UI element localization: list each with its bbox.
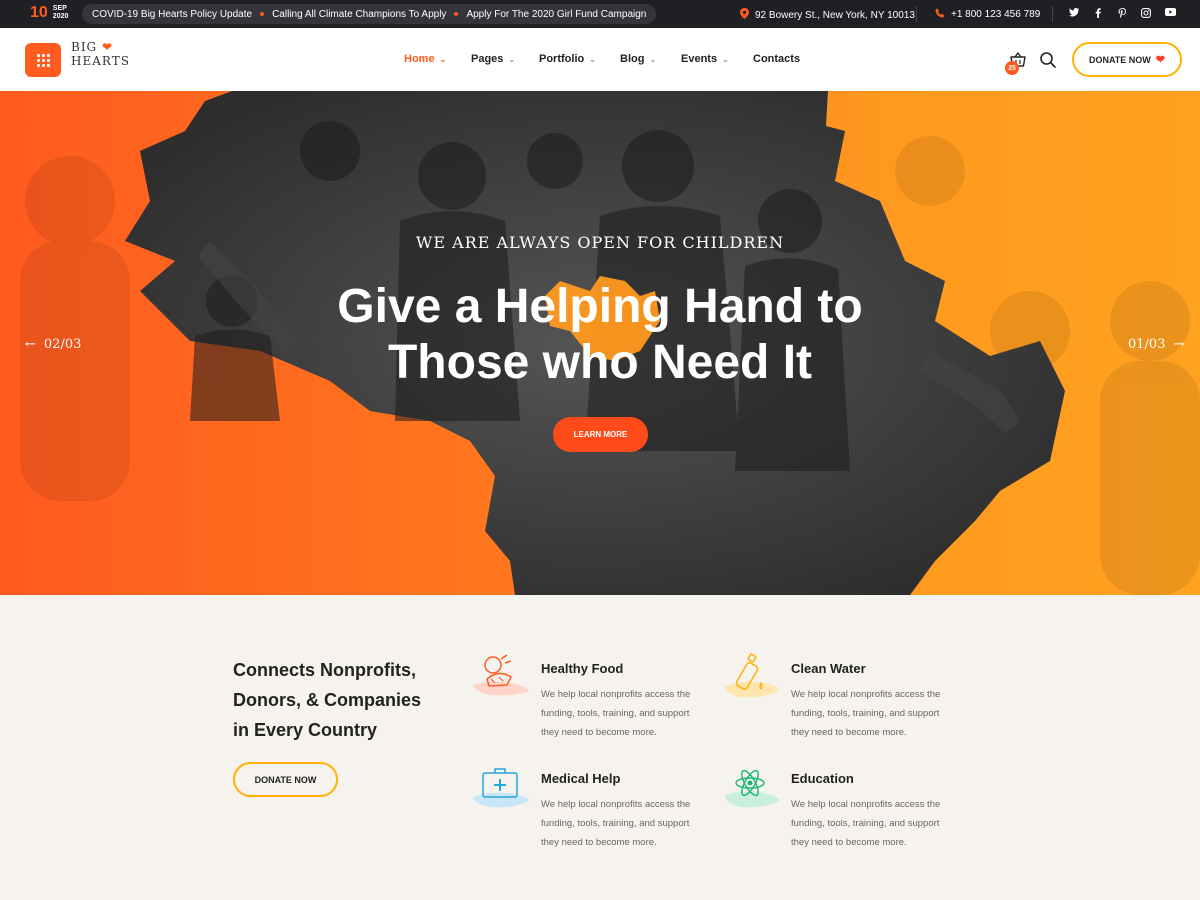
- arrow-left-icon: ←: [25, 337, 36, 352]
- menu-grid-button[interactable]: [25, 43, 61, 77]
- feature-title: Education: [791, 771, 854, 786]
- pinterest-icon[interactable]: [1110, 8, 1134, 20]
- heading-line1: Connects Nonprofits,: [233, 660, 416, 680]
- ticker-dot: [454, 12, 459, 16]
- arrow-right-icon: →: [1173, 337, 1185, 352]
- search-icon[interactable]: [1039, 51, 1057, 69]
- nav-item-pages[interactable]: Pages ⌄: [471, 53, 539, 65]
- chevron-down-icon: ⌄: [439, 54, 447, 64]
- atom-icon: [721, 763, 781, 813]
- site-logo[interactable]: BIG ❤ HEARTS: [71, 40, 130, 68]
- main-header: BIG ❤ HEARTS Home ⌄ Pages ⌄ Portfolio ⌄ Blo…: [0, 28, 1200, 91]
- prev-slide-number: 02/03: [43, 337, 82, 352]
- next-slide-number: 01/03: [1128, 337, 1166, 352]
- location-pin-icon: [740, 8, 749, 22]
- hero-slider: WE ARE ALWAYS OPEN FOR CHILDREN Give a H…: [0, 91, 1200, 595]
- food-icon: [471, 653, 531, 703]
- chevron-down-icon: ⌄: [589, 54, 596, 64]
- heading-line3: in Every Country: [233, 720, 378, 740]
- grid-icon: [36, 53, 50, 67]
- heart-icon: ❤: [101, 40, 114, 54]
- ticker-item[interactable]: Apply For The 2020 Girl Fund Campaign: [466, 9, 646, 20]
- heart-icon: ❤: [1155, 54, 1166, 66]
- facebook-icon[interactable]: [1086, 8, 1110, 20]
- ticker-dot: [260, 12, 265, 16]
- chevron-down-icon: ⌄: [649, 54, 657, 64]
- features-section: Connects Nonprofits, Donors, & Companies…: [0, 595, 1200, 900]
- section-heading: Connects Nonprofits, Donors, & Companies…: [233, 655, 443, 745]
- feature-description: We help local nonprofits access the fund…: [791, 799, 941, 848]
- address-text: 92 Bowery St., New York, NY 10013: [755, 9, 915, 21]
- date-day: 10: [30, 4, 48, 21]
- feature-title: Clean Water: [791, 661, 866, 676]
- nav-label: Home: [404, 53, 435, 65]
- nav-item-contacts[interactable]: Contacts: [753, 53, 800, 65]
- nav-item-home[interactable]: Home ⌄: [404, 53, 471, 65]
- divider: [916, 6, 917, 22]
- logo-text-line2: HEARTS: [71, 54, 130, 68]
- hero-title-line1: Give a Helping Hand to: [337, 280, 863, 333]
- nav-item-portfolio[interactable]: Portfolio ⌄: [539, 53, 620, 65]
- nav-label: Pages: [471, 53, 504, 65]
- cart-count-badge: 25: [1005, 61, 1019, 75]
- water-bottle-icon: [721, 653, 781, 703]
- feature-description: We help local nonprofits access the fund…: [791, 689, 941, 738]
- next-slide-control[interactable]: 01/03 →: [1128, 337, 1184, 352]
- nav-label: Blog: [620, 53, 645, 65]
- chevron-down-icon: ⌄: [508, 54, 516, 64]
- hero-tagline: WE ARE ALWAYS OPEN FOR CHILDREN: [415, 233, 785, 252]
- nav-item-events[interactable]: Events ⌄: [681, 53, 753, 65]
- address-info: 92 Bowery St., New York, NY 10013: [740, 8, 915, 22]
- news-ticker: COVID-19 Big Hearts Policy Update Callin…: [82, 4, 657, 24]
- nav-label: Contacts: [753, 53, 801, 65]
- donate-label: DONATE NOW: [1088, 54, 1151, 65]
- social-links: [1062, 8, 1182, 20]
- nav-label: Portfolio: [539, 53, 585, 65]
- nav-label: Events: [681, 53, 718, 65]
- donate-now-button[interactable]: DONATE NOW: [233, 762, 338, 797]
- hero-title: Give a Helping Hand to Those who Need It: [0, 279, 1200, 391]
- main-nav: Home ⌄ Pages ⌄ Portfolio ⌄ Blog ⌄ Events ⌄ Co…: [404, 53, 800, 65]
- heading-line2: Donors, & Companies: [233, 690, 422, 710]
- instagram-icon[interactable]: [1134, 8, 1158, 20]
- date-year: 2020: [52, 13, 69, 20]
- hero-title-line2: Those who Need It: [387, 336, 813, 389]
- learn-more-button[interactable]: LEARN MORE: [553, 417, 648, 452]
- prev-slide-control[interactable]: ← 02/03: [25, 337, 81, 352]
- date-display: 10 SEP 2020: [30, 4, 68, 22]
- phone-icon: [935, 8, 945, 21]
- medical-kit-icon: [471, 763, 531, 813]
- ticker-item[interactable]: Calling All Climate Champions To Apply: [272, 9, 446, 20]
- phone-info: +1 800 123 456 789: [935, 8, 1040, 21]
- feature-clean-water: Clean Water We help local nonprofits acc…: [725, 653, 1011, 742]
- top-bar: 10 SEP 2020 COVID-19 Big Hearts Policy U…: [0, 0, 1200, 28]
- twitter-icon[interactable]: [1062, 8, 1086, 20]
- donate-now-button[interactable]: DONATE NOW ❤: [1072, 42, 1182, 77]
- feature-education: Education We help local nonprofits acces…: [725, 769, 1011, 852]
- nav-item-blog[interactable]: Blog ⌄: [620, 53, 681, 65]
- youtube-icon[interactable]: [1158, 8, 1182, 20]
- divider: [1052, 6, 1053, 22]
- date-month: SEP: [52, 5, 67, 12]
- chevron-down-icon: ⌄: [722, 54, 729, 64]
- ticker-item[interactable]: COVID-19 Big Hearts Policy Update: [92, 9, 252, 20]
- logo-text-line1: BIG: [71, 40, 98, 54]
- phone-text[interactable]: +1 800 123 456 789: [951, 9, 1040, 20]
